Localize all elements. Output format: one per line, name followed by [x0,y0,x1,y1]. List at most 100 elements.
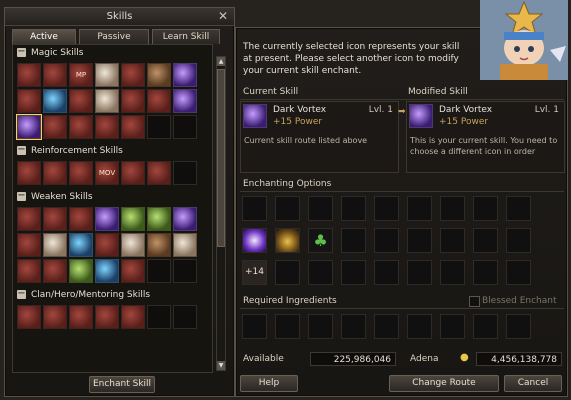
skill-icon[interactable] [17,63,41,87]
enchant-option-slot[interactable] [440,260,465,285]
skill-icon[interactable] [147,161,171,185]
skill-icon[interactable] [69,259,93,283]
scroll-thumb[interactable] [217,69,225,247]
section-header[interactable]: − Magic Skills [13,45,212,61]
skill-icon[interactable] [43,207,67,231]
skill-icon[interactable] [95,207,119,231]
skill-icon[interactable] [121,115,145,139]
four-leaf-clover-icon[interactable]: ♣ [308,228,333,253]
collapse-icon[interactable]: − [17,289,26,299]
enchant-option-slot[interactable] [506,228,531,253]
skill-icon[interactable] [95,233,119,257]
skill-icon[interactable] [43,305,67,329]
enchant-option-slot[interactable] [473,260,498,285]
enchant-option-slot[interactable] [275,196,300,221]
skill-icon[interactable] [147,89,171,113]
skill-icon[interactable] [121,207,145,231]
skill-icon[interactable] [17,305,41,329]
enchant-option-slot[interactable] [407,260,432,285]
collapse-icon[interactable]: − [17,191,26,201]
skill-icon[interactable] [173,233,197,257]
skill-icon[interactable] [121,233,145,257]
section-header[interactable]: − Clan/Hero/Mentoring Skills [13,287,212,303]
enchant-option-slot[interactable] [473,196,498,221]
skill-icon[interactable] [17,207,41,231]
skills-window-titlebar[interactable]: Skills ✕ [5,8,234,26]
skill-icon[interactable] [95,89,119,113]
skill-icon[interactable] [95,305,119,329]
skill-icon[interactable] [69,115,93,139]
skill-icon[interactable] [43,259,67,283]
enchant-option-slot[interactable] [308,196,333,221]
scroll-up-arrow-icon[interactable]: ▲ [217,57,225,66]
dark-vortex-skill-icon[interactable] [16,114,42,140]
skill-icon[interactable] [95,115,119,139]
skill-icon[interactable] [147,233,171,257]
skill-icon[interactable] [69,305,93,329]
magic-burst-icon[interactable] [242,228,267,253]
skill-icon[interactable] [173,89,197,113]
enchant-option-slot[interactable] [341,228,366,253]
skill-icon[interactable] [95,63,119,87]
enchant-option-slot[interactable] [374,228,399,253]
collapse-icon[interactable]: − [17,145,26,155]
close-icon[interactable]: ✕ [218,8,228,25]
skill-icon[interactable] [17,161,41,185]
enchant-option-slot[interactable] [407,228,432,253]
cancel-button[interactable]: Cancel [504,375,562,392]
skill-icon[interactable] [121,161,145,185]
skill-icon[interactable] [69,161,93,185]
scroll-down-arrow-icon[interactable]: ▼ [217,361,225,370]
skill-icon[interactable] [43,115,67,139]
skill-icon[interactable] [17,259,41,283]
enchant-option-slot[interactable] [473,228,498,253]
enchant-option-slot[interactable] [440,196,465,221]
enchant-option-slot[interactable] [341,196,366,221]
skill-icon[interactable] [173,63,197,87]
skill-icon[interactable] [17,89,41,113]
enchant-option-slot[interactable] [506,196,531,221]
enchant-option-slot[interactable] [374,260,399,285]
enchant-option-slot[interactable] [407,196,432,221]
skill-icon[interactable] [69,233,93,257]
skill-icon[interactable] [69,89,93,113]
enchant-option-slot[interactable] [242,196,267,221]
tab-learn-skill[interactable]: Learn Skill [152,29,220,44]
potion-icon[interactable] [275,228,300,253]
section-title: Magic Skills [31,48,84,58]
skill-icon[interactable] [173,207,197,231]
skill-icon[interactable]: MOV [95,161,119,185]
skill-icon[interactable] [43,89,67,113]
skill-icon[interactable] [43,233,67,257]
change-route-button[interactable]: Change Route [389,375,499,392]
help-button[interactable]: Help [240,375,298,392]
collapse-icon[interactable]: − [17,47,26,57]
enchant-option-slot[interactable] [275,260,300,285]
skill-icon[interactable] [121,89,145,113]
skill-icon[interactable] [147,207,171,231]
adena-label: Adena [410,354,439,364]
tab-active[interactable]: Active [12,29,76,44]
enchant-option-slot[interactable] [308,260,333,285]
enchant-level-badge[interactable]: +14 [242,260,267,285]
skill-icon[interactable]: MP [69,63,93,87]
skill-icon[interactable] [17,233,41,257]
skill-icon[interactable] [95,259,119,283]
section-header[interactable]: − Weaken Skills [13,189,212,205]
skill-icon[interactable] [43,63,67,87]
skill-icon[interactable] [43,161,67,185]
skill-icon[interactable] [121,305,145,329]
skill-icon[interactable] [69,207,93,231]
enchant-option-slot[interactable] [506,260,531,285]
enchant-skill-button[interactable]: Enchant Skill [89,376,155,393]
skill-icon[interactable] [121,63,145,87]
skill-list-scrollbar[interactable]: ▲ ▼ [216,56,226,371]
enchant-option-slot[interactable] [440,228,465,253]
section-header[interactable]: − Reinforcement Skills [13,143,212,159]
skill-icon[interactable] [121,259,145,283]
skill-icon[interactable] [147,63,171,87]
tab-passive[interactable]: Passive [79,29,149,44]
blessed-enchant-checkbox[interactable] [469,296,480,307]
enchant-option-slot[interactable] [374,196,399,221]
enchant-option-slot[interactable] [341,260,366,285]
